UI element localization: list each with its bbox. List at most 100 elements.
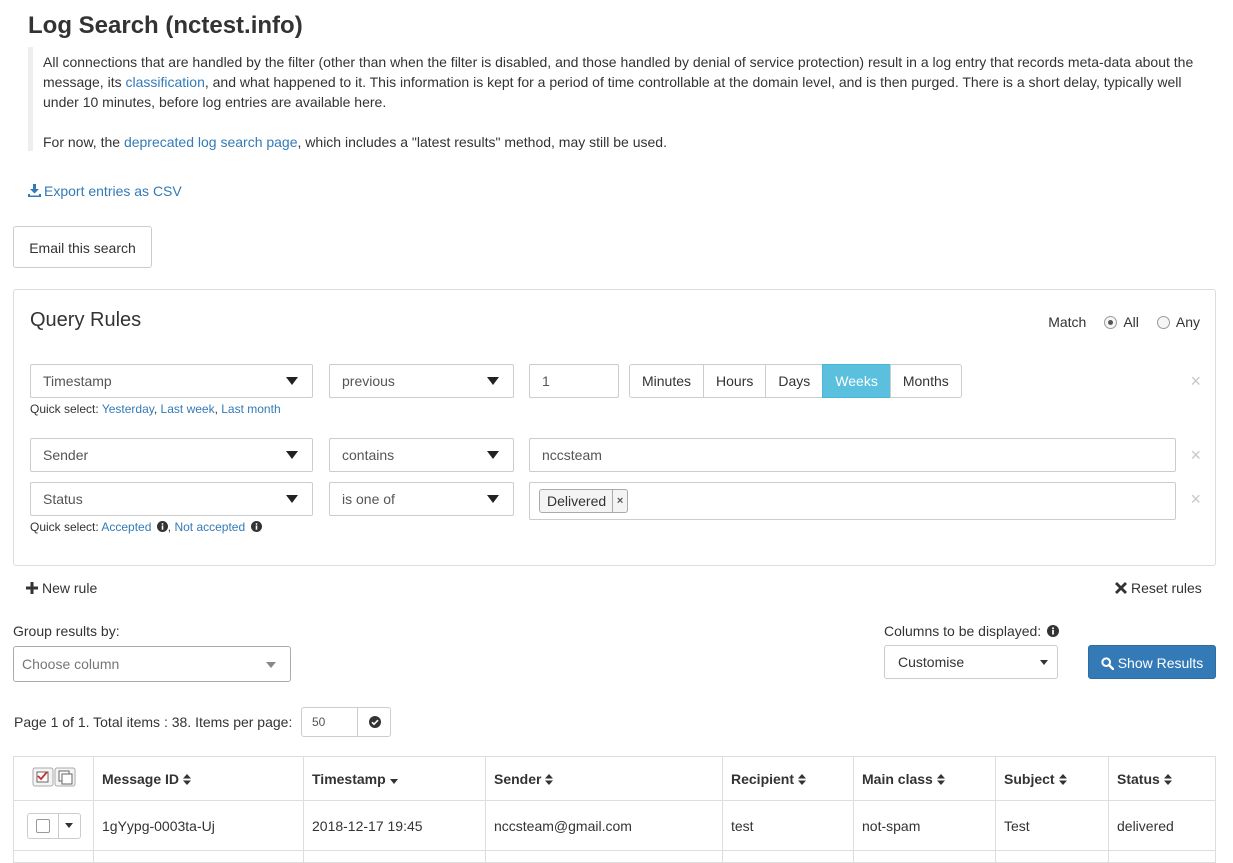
match-any-radio[interactable] [1156,315,1170,329]
match-label: Match [1048,314,1087,330]
info-icon[interactable] [156,521,168,532]
unit-hours-button[interactable]: Hours [703,364,767,398]
search-icon [1101,657,1114,671]
sort-icon [936,773,945,785]
apply-per-page-button[interactable] [357,707,391,737]
cell-timestamp: 2018-12-17 19:45 [303,800,486,851]
unit-days-button[interactable]: Days [765,364,824,398]
header-status[interactable]: Status [1108,756,1216,801]
info-icon[interactable] [1047,625,1060,637]
group-by-label: Group results by: [13,623,120,639]
match-all-label: All [1123,314,1139,330]
header-label: Status [1117,770,1160,787]
new-rule-link[interactable]: New rule [26,578,97,598]
tag-remove-icon[interactable]: × [612,490,627,512]
rule-1-remove-icon[interactable]: × [1190,372,1201,390]
page-title: Log Search (nctest.info) [28,12,303,39]
rule-1-operator-value: previous [342,373,395,389]
unit-weeks-button[interactable]: Weeks [822,364,891,398]
rule-2-operator-select[interactable]: contains [329,438,514,472]
table-cell [13,850,94,863]
header-sender[interactable]: Sender [485,756,723,801]
table-cell [995,850,1109,863]
cell-sender: nccsteam@gmail.com [485,800,723,851]
intro-paragraph-2: For now, the deprecated log search page,… [43,132,1208,152]
quick-last-month-link[interactable]: Last month [221,402,280,416]
group-by-select[interactable]: Choose column [13,646,291,682]
sort-desc-icon [389,778,398,784]
new-rule-label: New rule [42,580,98,596]
cell-recipient: test [722,800,854,851]
header-subject[interactable]: Subject [995,756,1109,801]
unit-minutes-button[interactable]: Minutes [629,364,705,398]
rule-1-operator-select[interactable]: previous [329,364,514,398]
reset-rules-label: Reset rules [1131,580,1202,596]
sort-icon [1163,773,1172,785]
intro-text: For now, the [43,134,124,150]
match-selector: Match All Any [1048,313,1200,331]
email-search-button[interactable]: Email this search [13,226,152,268]
table-cell [485,850,723,863]
cell-main-class: not-spam [853,800,996,851]
export-csv-link[interactable]: Export entries as CSV [28,181,182,201]
table-cell [93,850,304,863]
group-by-placeholder: Choose column [22,656,120,672]
columns-select[interactable]: Customise [884,645,1058,679]
rule-3-operator-select[interactable]: is one of [329,482,514,516]
rule-2-field-value: Sender [43,447,89,463]
table-cell [853,850,996,863]
row-select-dropdown[interactable] [26,812,81,839]
rule-1-field-select[interactable]: Timestamp [30,364,313,398]
items-per-page-input[interactable]: 50 [301,707,358,737]
header-recipient[interactable]: Recipient [722,756,854,801]
cell-subject: Test [995,800,1109,851]
table-cell [722,850,854,863]
sort-icon [545,773,554,785]
rule-3-field-value: Status [43,491,83,507]
status-tag-label: Delivered [547,493,607,509]
deprecated-log-search-link[interactable]: deprecated log search page [124,134,298,150]
checkbox-icon [35,818,50,833]
header-message-id[interactable]: Message ID [93,756,304,801]
row-actions-toggle[interactable] [57,813,80,838]
rule-1-value-input[interactable]: 1 [529,364,619,398]
header-label: Sender [494,770,542,787]
rule-1-field-value: Timestamp [43,373,112,389]
close-icon [1115,582,1127,594]
info-icon[interactable] [250,521,262,532]
quick-yesterday-link[interactable]: Yesterday [102,402,154,416]
quick-last-week-link[interactable]: Last week [161,402,215,416]
header-main-class[interactable]: Main class [853,756,996,801]
match-any-label: Any [1175,314,1200,330]
caret-down-icon [487,451,499,459]
caret-down-icon [65,823,73,828]
rule-3-tags-input[interactable]: Delivered × [529,482,1176,520]
match-all-radio[interactable] [1104,315,1118,329]
select-all-icon[interactable] [32,767,76,787]
header-label: Recipient [731,770,795,787]
cell-message-id[interactable]: 1gYypg-0003ta-Uj [93,800,304,851]
reset-rules-link[interactable]: Reset rules [1115,578,1202,598]
show-results-button[interactable]: Show Results [1088,645,1216,679]
header-timestamp[interactable]: Timestamp [303,756,486,801]
header-label: Subject [1004,770,1055,787]
rule-3-remove-icon[interactable]: × [1190,490,1201,508]
rule-2-remove-icon[interactable]: × [1190,446,1201,464]
caret-down-icon [1040,660,1048,665]
row-select-cell [13,800,94,851]
rule-2-value-input[interactable]: nccsteam [529,438,1176,472]
export-csv-label: Export entries as CSV [44,183,182,199]
time-unit-buttons: Minutes Hours Days Weeks Months [629,364,962,398]
unit-months-button[interactable]: Months [889,364,962,398]
intro-blockquote: All connections that are handled by the … [28,47,1208,151]
rule-2-field-select[interactable]: Sender [30,438,313,472]
rule-3-field-select[interactable]: Status [30,482,313,516]
row-checkbox[interactable] [28,814,58,838]
columns-select-value: Customise [898,654,965,670]
table-row [13,850,1216,863]
quick-not-accepted-link[interactable]: Not accepted [174,520,245,534]
classification-link[interactable]: classification [125,74,204,90]
check-circle-icon [369,716,381,728]
quick-accepted-link[interactable]: Accepted [101,520,151,534]
select-all-header [13,756,94,801]
